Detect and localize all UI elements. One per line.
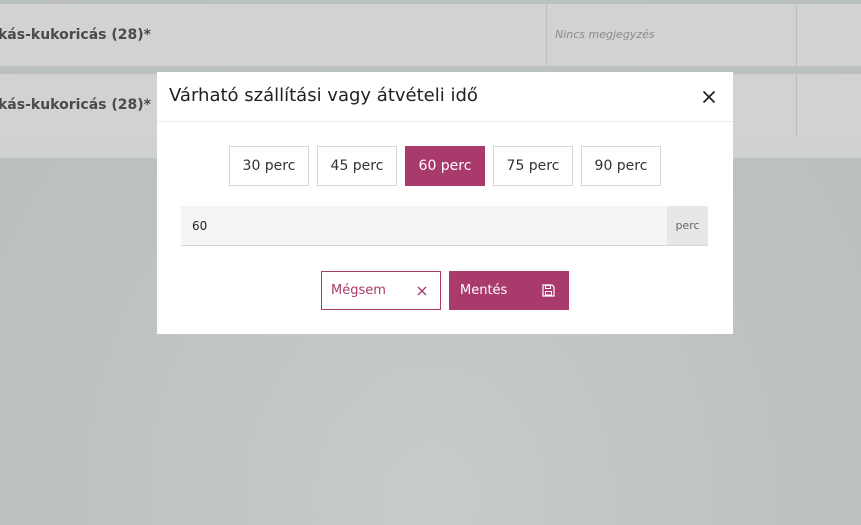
order-item-name: kás-kukoricás (28)* <box>0 27 151 43</box>
dialog-title: Várható szállítási vagy átvételi idő <box>169 85 478 106</box>
preset-time-buttons: 30 perc 45 perc 60 perc 75 perc 90 perc <box>229 146 661 186</box>
order-row: kás-kukoricás (28)* Nincs megjegyzés <box>0 4 861 67</box>
order-item-name: kás-kukoricás (28)* <box>0 97 151 113</box>
preset-60-button[interactable]: 60 perc <box>405 146 485 186</box>
dialog-header: Várható szállítási vagy átvételi idő <box>157 72 733 122</box>
time-input-group: perc <box>181 206 708 246</box>
x-icon <box>417 286 427 296</box>
preset-30-button[interactable]: 30 perc <box>229 146 309 186</box>
save-icon <box>542 284 555 297</box>
preset-75-button[interactable]: 75 perc <box>493 146 573 186</box>
column-divider <box>796 4 797 66</box>
preset-45-button[interactable]: 45 perc <box>317 146 397 186</box>
close-button[interactable] <box>697 86 721 108</box>
unit-label: perc <box>667 206 708 245</box>
save-button[interactable]: Mentés <box>449 271 569 310</box>
order-note: Nincs megjegyzés <box>555 28 655 41</box>
preset-90-button[interactable]: 90 perc <box>581 146 661 186</box>
column-divider <box>546 4 547 66</box>
cancel-button[interactable]: Mégsem <box>321 271 441 310</box>
column-divider <box>796 74 797 136</box>
delivery-time-dialog: Várható szállítási vagy átvételi idő 30 … <box>157 72 733 334</box>
minutes-input[interactable] <box>181 206 667 245</box>
save-label: Mentés <box>460 283 508 298</box>
cancel-label: Mégsem <box>331 283 386 298</box>
close-icon <box>702 90 716 104</box>
